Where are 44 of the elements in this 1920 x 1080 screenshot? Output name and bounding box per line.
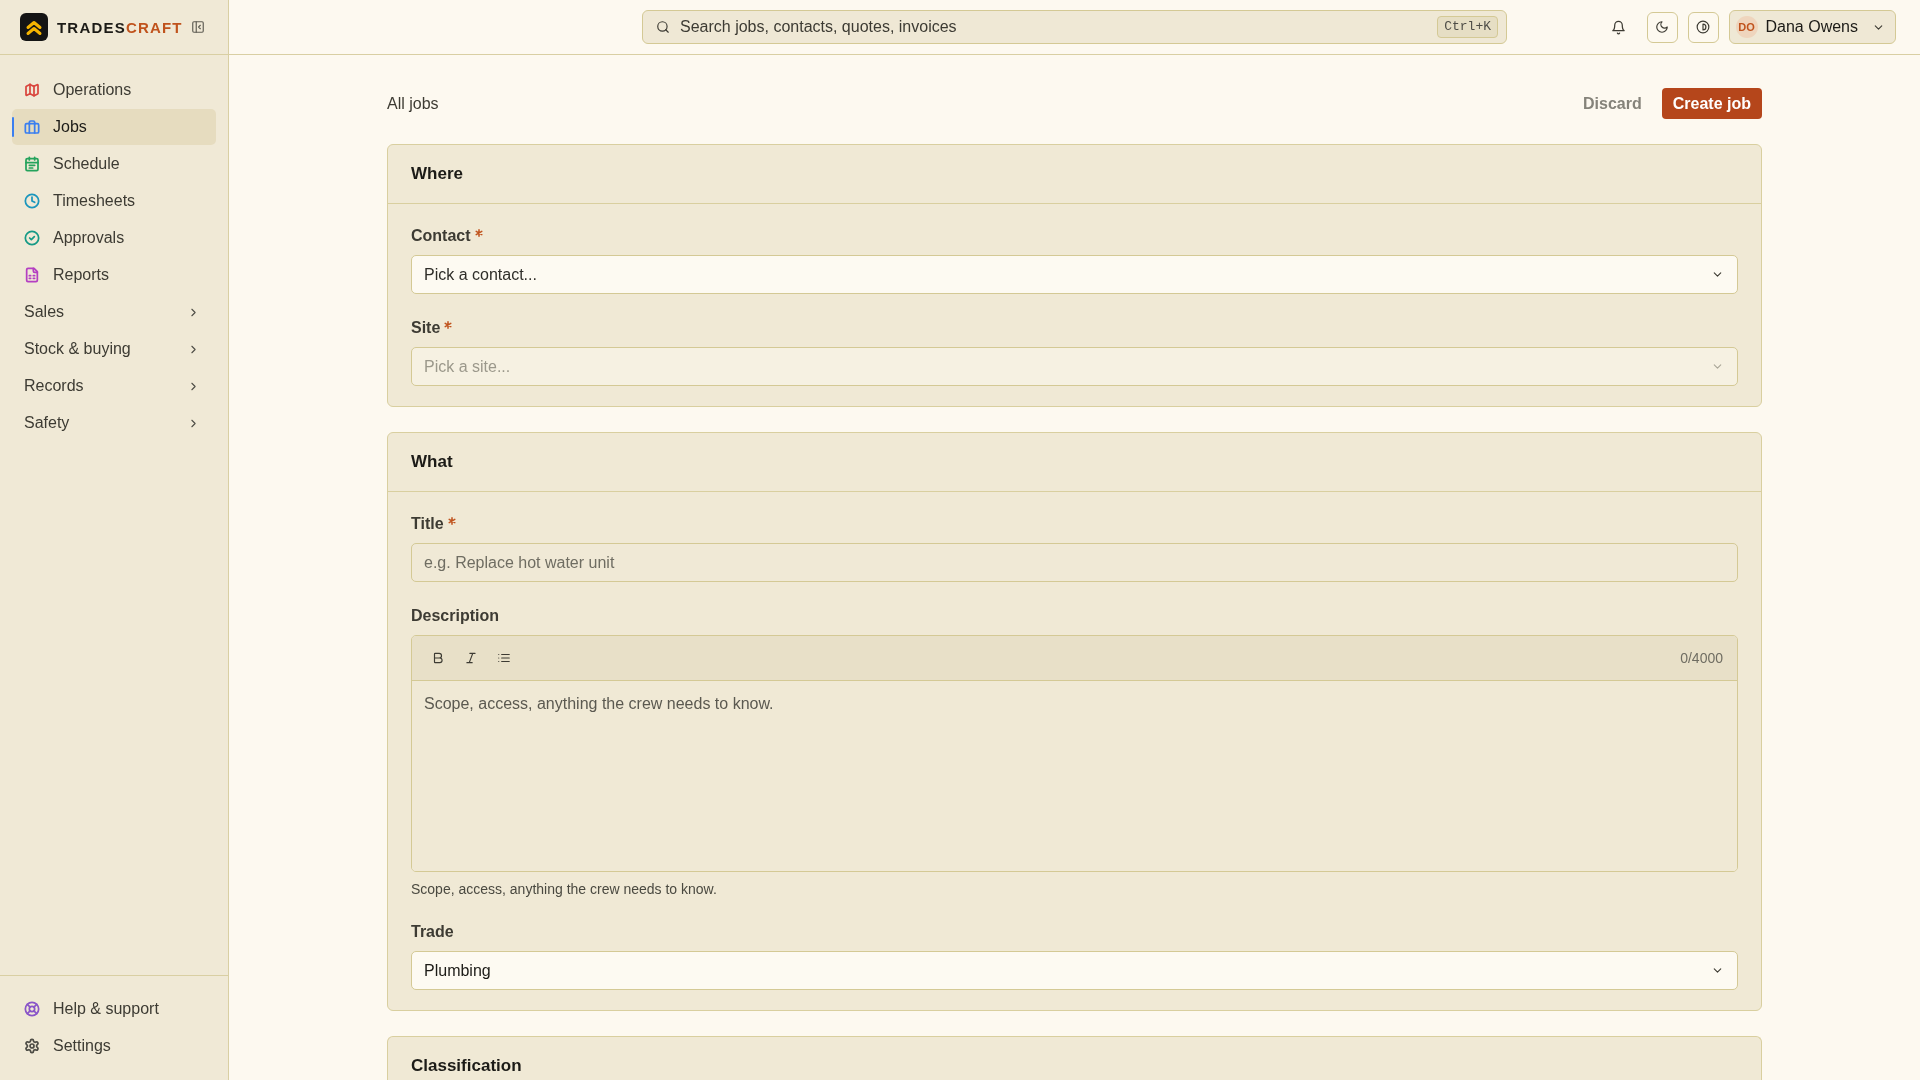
- dark-mode-button[interactable]: [1646, 11, 1678, 43]
- avatar: DO: [1735, 16, 1758, 38]
- nav-group[interactable]: Sales: [12, 294, 216, 330]
- logo-icon: [20, 13, 48, 41]
- text-field[interactable]: e.g. Replace hot water unit: [411, 543, 1738, 582]
- field-label: Description: [411, 606, 499, 626]
- field-label: Contact: [411, 226, 471, 246]
- breadcrumb-link[interactable]: All jobs: [387, 94, 439, 113]
- helper-text: Scope, access, anything the crew needs to know.: [411, 880, 718, 898]
- field-label: Title: [411, 514, 444, 534]
- section-title: What: [411, 452, 453, 472]
- user-menu-button[interactable]: DO Dana Owens: [1728, 10, 1896, 44]
- nav-item[interactable]: Timesheets: [12, 183, 216, 219]
- bulleted-list-icon[interactable]: [497, 651, 511, 665]
- brand-name: TRADESCRAFT: [57, 18, 183, 36]
- bold-icon[interactable]: [431, 651, 445, 665]
- search-icon: [656, 20, 670, 34]
- nav-item[interactable]: Settings: [12, 1028, 216, 1064]
- nav-group[interactable]: Safety: [12, 405, 216, 441]
- rich-text-editor[interactable]: 0/4000 Scope, access, anything the crew needs to know.: [411, 635, 1738, 872]
- notifications-bell-icon[interactable]: [1610, 19, 1626, 35]
- section-title: Where: [411, 164, 463, 184]
- dropdown-field[interactable]: Plumbing: [411, 951, 1738, 990]
- italic-icon[interactable]: [464, 651, 478, 665]
- primary-button[interactable]: Create job: [1661, 88, 1762, 119]
- nav-item[interactable]: Schedule: [12, 146, 216, 182]
- nav-item[interactable]: Help & support: [12, 991, 216, 1027]
- section-title: Classification: [411, 1056, 522, 1076]
- nav-group[interactable]: Records: [12, 368, 216, 404]
- character-count: 0/4000: [1680, 650, 1723, 666]
- secondary-button[interactable]: Discard: [1583, 94, 1642, 113]
- nav-item[interactable]: Operations: [12, 72, 216, 108]
- field-label: Site: [411, 318, 441, 338]
- moon-icon: [1655, 20, 1669, 34]
- contrast-button[interactable]: [1687, 11, 1719, 43]
- nav-item[interactable]: Jobs: [12, 109, 216, 145]
- field-label: Trade: [411, 922, 454, 942]
- dropdown-field[interactable]: Pick a contact...: [411, 255, 1738, 294]
- contrast-icon: [1696, 20, 1710, 34]
- sidebar-collapse-icon[interactable]: [190, 20, 205, 34]
- keyboard-shortcut: Ctrl+K: [1437, 16, 1498, 38]
- nav-item[interactable]: Approvals: [12, 220, 216, 256]
- nav-group[interactable]: Stock & buying: [12, 331, 216, 367]
- nav-item[interactable]: Reports: [12, 257, 216, 293]
